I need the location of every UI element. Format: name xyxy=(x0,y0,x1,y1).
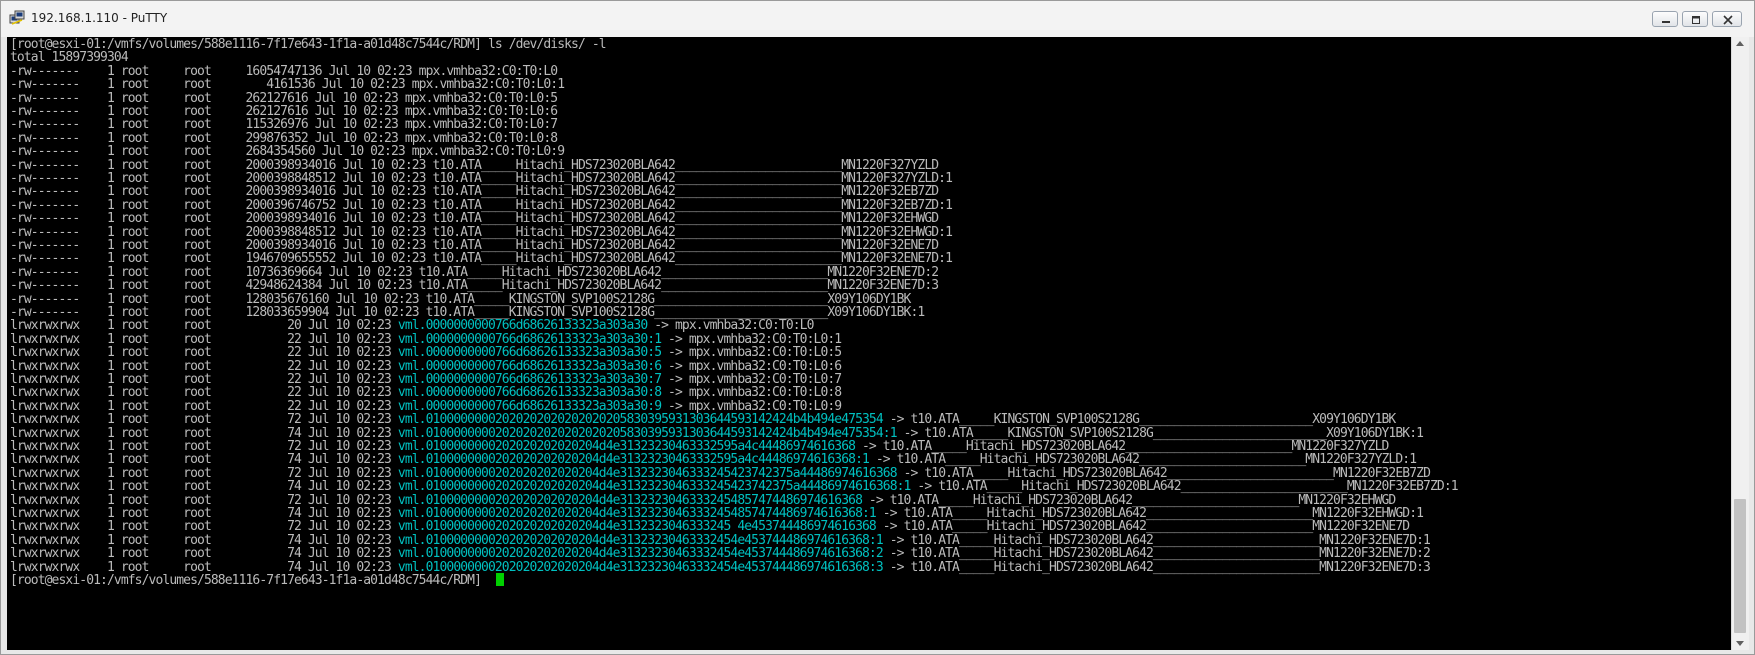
maximize-icon xyxy=(1692,16,1700,24)
scroll-up-icon[interactable] xyxy=(1736,41,1744,46)
terminal-cursor xyxy=(495,573,504,586)
scrollbar-thumb[interactable] xyxy=(1734,499,1746,633)
terminal-line: [root@esxi-01:/vmfs/volumes/588e1116-7f1… xyxy=(10,573,504,588)
putty-icon[interactable] xyxy=(9,10,25,26)
close-icon xyxy=(1723,15,1733,25)
putty-window: 192.168.1.110 - PuTTY [root@esxi-01:/vmf… xyxy=(0,0,1755,655)
window-title: 192.168.1.110 - PuTTY xyxy=(31,11,168,25)
scroll-down-icon[interactable] xyxy=(1736,641,1744,646)
line-text: [root@esxi-01:/vmfs/volumes/588e1116-7f1… xyxy=(10,573,488,588)
minimize-icon xyxy=(1662,21,1670,23)
title-bar[interactable]: 192.168.1.110 - PuTTY xyxy=(1,1,1754,37)
maximize-button[interactable] xyxy=(1682,11,1708,27)
vertical-scrollbar[interactable] xyxy=(1731,37,1749,650)
close-button[interactable] xyxy=(1712,11,1742,27)
line-text: -> t10.ATA_____Hitachi_HDS723020BLA642__… xyxy=(882,559,1431,575)
terminal-output[interactable]: [root@esxi-01:/vmfs/volumes/588e1116-7f1… xyxy=(7,37,1731,650)
minimize-button[interactable] xyxy=(1652,11,1678,27)
